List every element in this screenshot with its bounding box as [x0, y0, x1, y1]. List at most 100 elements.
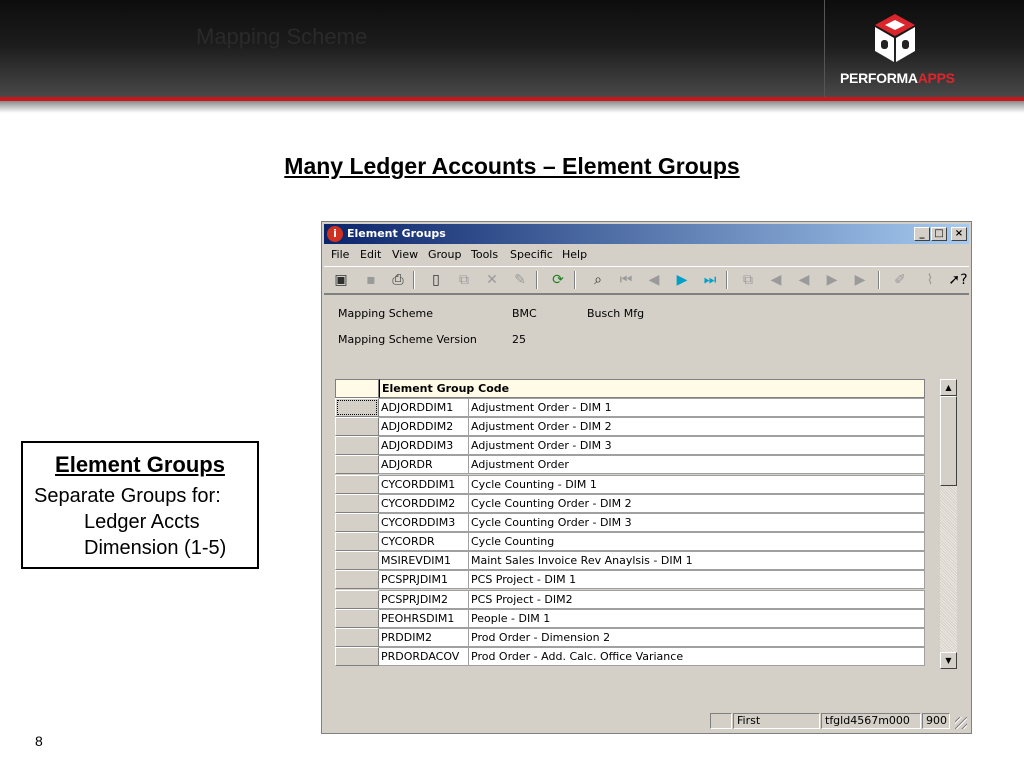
scroll-down-button[interactable]: ▼: [940, 652, 957, 669]
menu-help[interactable]: Help: [562, 248, 587, 261]
row-selector[interactable]: [335, 551, 379, 571]
edit-icon[interactable]: ✐: [890, 270, 910, 290]
table-row[interactable]: CYCORDDIM1 Cycle Counting - DIM 1: [335, 474, 925, 494]
delete-icon[interactable]: ✕: [482, 270, 502, 290]
first-record-icon[interactable]: ⏮: [616, 270, 636, 290]
menu-group[interactable]: Group: [428, 248, 462, 261]
element-group-description-cell[interactable]: Adjustment Order - DIM 2: [469, 417, 925, 437]
previous-group-icon[interactable]: ◀: [794, 270, 814, 290]
element-group-code-cell[interactable]: PEOHRSDIM1: [379, 608, 469, 628]
element-groups-window: i Element Groups _ □ × File Edit View Gr…: [321, 221, 972, 734]
element-group-description-cell[interactable]: Cycle Counting: [469, 532, 925, 552]
row-selector[interactable]: [335, 627, 379, 647]
table-row[interactable]: ADJORDDIM3 Adjustment Order - DIM 3: [335, 436, 925, 456]
row-selector[interactable]: [335, 436, 379, 456]
element-group-description-cell[interactable]: People - DIM 1: [469, 608, 925, 628]
close-button[interactable]: ×: [951, 227, 967, 241]
element-group-description-cell[interactable]: Cycle Counting Order - DIM 3: [469, 512, 925, 532]
element-group-code-cell[interactable]: CYCORDR: [379, 532, 469, 552]
row-selector[interactable]: [335, 493, 379, 513]
element-group-description-cell[interactable]: Adjustment Order - DIM 1: [469, 398, 925, 417]
vertical-scrollbar[interactable]: ▲ ▼: [940, 379, 957, 669]
resize-grip-icon[interactable]: [955, 717, 967, 729]
table-row[interactable]: PRDORDACOV Prod Order - Add. Calc. Office…: [335, 646, 925, 666]
text-icon[interactable]: ✎: [510, 270, 530, 290]
minimize-button[interactable]: _: [914, 227, 930, 241]
element-group-code-cell[interactable]: CYCORDDIM1: [379, 474, 469, 494]
table-row[interactable]: PCSPRJDIM1 PCS Project - DIM 1: [335, 570, 925, 590]
column-header-code[interactable]: Element Group Code: [379, 379, 925, 398]
status-record-position: First: [733, 713, 820, 729]
print-icon[interactable]: ⎙: [388, 270, 408, 290]
table-row[interactable]: PEOHRSDIM1 People - DIM 1: [335, 608, 925, 628]
table-row[interactable]: CYCORDDIM3 Cycle Counting Order - DIM 3: [335, 512, 925, 532]
scroll-thumb[interactable]: [940, 396, 957, 486]
table-row[interactable]: MSIREVDIM1 Maint Sales Invoice Rev Anayls…: [335, 551, 925, 571]
table-row[interactable]: CYCORDDIM2 Cycle Counting Order - DIM 2: [335, 493, 925, 513]
element-group-description-cell[interactable]: PCS Project - DIM2: [469, 589, 925, 609]
infor-icon[interactable]: i: [327, 226, 343, 242]
row-selector[interactable]: [335, 512, 379, 532]
row-selector[interactable]: [335, 646, 379, 666]
element-group-code-cell[interactable]: PCSPRJDIM2: [379, 589, 469, 609]
element-group-description-cell[interactable]: Maint Sales Invoice Rev Anaylsis - DIM 1: [469, 551, 925, 571]
table-row[interactable]: PCSPRJDIM2 PCS Project - DIM2: [335, 589, 925, 609]
element-group-description-cell[interactable]: Adjustment Order - DIM 3: [469, 436, 925, 456]
element-group-code-cell[interactable]: PCSPRJDIM1: [379, 570, 469, 590]
menu-specific[interactable]: Specific: [510, 248, 553, 261]
save-icon[interactable]: ▪: [361, 270, 381, 290]
row-selector[interactable]: [335, 608, 379, 628]
element-group-description-cell[interactable]: Prod Order - Add. Calc. Office Variance: [469, 646, 925, 666]
element-group-description-cell[interactable]: Cycle Counting - DIM 1: [469, 474, 925, 494]
row-selector[interactable]: [335, 570, 379, 590]
menu-edit[interactable]: Edit: [360, 248, 381, 261]
last-group-icon[interactable]: ▶: [850, 270, 870, 290]
table-row[interactable]: ADJORDDIM2 Adjustment Order - DIM 2: [335, 417, 925, 437]
copy-record-icon[interactable]: ⧉: [738, 270, 758, 290]
last-record-icon[interactable]: ⏭: [700, 270, 720, 290]
menu-view[interactable]: View: [392, 248, 418, 261]
grid-corner[interactable]: [335, 379, 379, 398]
table-row[interactable]: PRDDIM2 Prod Order - Dimension 2: [335, 627, 925, 647]
row-selector[interactable]: [335, 398, 379, 417]
scroll-up-button[interactable]: ▲: [940, 379, 957, 396]
row-selector[interactable]: [335, 474, 379, 494]
help-pointer-icon[interactable]: ➚?: [948, 270, 968, 290]
next-record-icon[interactable]: ▶: [672, 270, 692, 290]
element-group-description-cell[interactable]: Cycle Counting Order - DIM 2: [469, 493, 925, 513]
row-selector[interactable]: [335, 455, 379, 475]
element-group-description-cell[interactable]: Adjustment Order: [469, 455, 925, 475]
version-value[interactable]: 25: [512, 333, 526, 346]
element-group-code-cell[interactable]: ADJORDDIM2: [379, 417, 469, 437]
title-bar[interactable]: i Element Groups _ □ ×: [324, 224, 969, 244]
mapping-scheme-code[interactable]: BMC: [512, 307, 537, 320]
element-group-code-cell[interactable]: CYCORDDIM2: [379, 493, 469, 513]
element-group-code-cell[interactable]: ADJORDR: [379, 455, 469, 475]
first-group-icon[interactable]: ◀: [766, 270, 786, 290]
next-group-icon[interactable]: ▶: [822, 270, 842, 290]
element-group-description-cell[interactable]: Prod Order - Dimension 2: [469, 627, 925, 647]
find-icon[interactable]: ⌕: [588, 270, 608, 290]
save-and-close-icon[interactable]: ▣: [331, 270, 351, 290]
copy-icon[interactable]: ⧉: [454, 270, 474, 290]
table-row[interactable]: ADJORDR Adjustment Order: [335, 455, 925, 475]
menu-tools[interactable]: Tools: [471, 248, 498, 261]
refresh-icon[interactable]: ⟳: [548, 270, 568, 290]
element-group-code-cell[interactable]: CYCORDDIM3: [379, 512, 469, 532]
attachment-icon[interactable]: ⌇: [920, 270, 940, 290]
row-selector[interactable]: [335, 589, 379, 609]
element-group-code-cell[interactable]: MSIREVDIM1: [379, 551, 469, 571]
element-group-code-cell[interactable]: PRDORDACOV: [379, 646, 469, 666]
row-selector[interactable]: [335, 532, 379, 552]
element-group-code-cell[interactable]: ADJORDDIM1: [379, 398, 469, 417]
table-row[interactable]: ADJORDDIM1 Adjustment Order - DIM 1: [335, 398, 925, 417]
element-group-code-cell[interactable]: PRDDIM2: [379, 627, 469, 647]
element-group-description-cell[interactable]: PCS Project - DIM 1: [469, 570, 925, 590]
maximize-button[interactable]: □: [931, 227, 947, 241]
element-group-code-cell[interactable]: ADJORDDIM3: [379, 436, 469, 456]
new-icon[interactable]: ▯: [426, 270, 446, 290]
previous-record-icon[interactable]: ◀: [644, 270, 664, 290]
row-selector[interactable]: [335, 417, 379, 437]
table-row[interactable]: CYCORDR Cycle Counting: [335, 532, 925, 552]
menu-file[interactable]: File: [331, 248, 349, 261]
